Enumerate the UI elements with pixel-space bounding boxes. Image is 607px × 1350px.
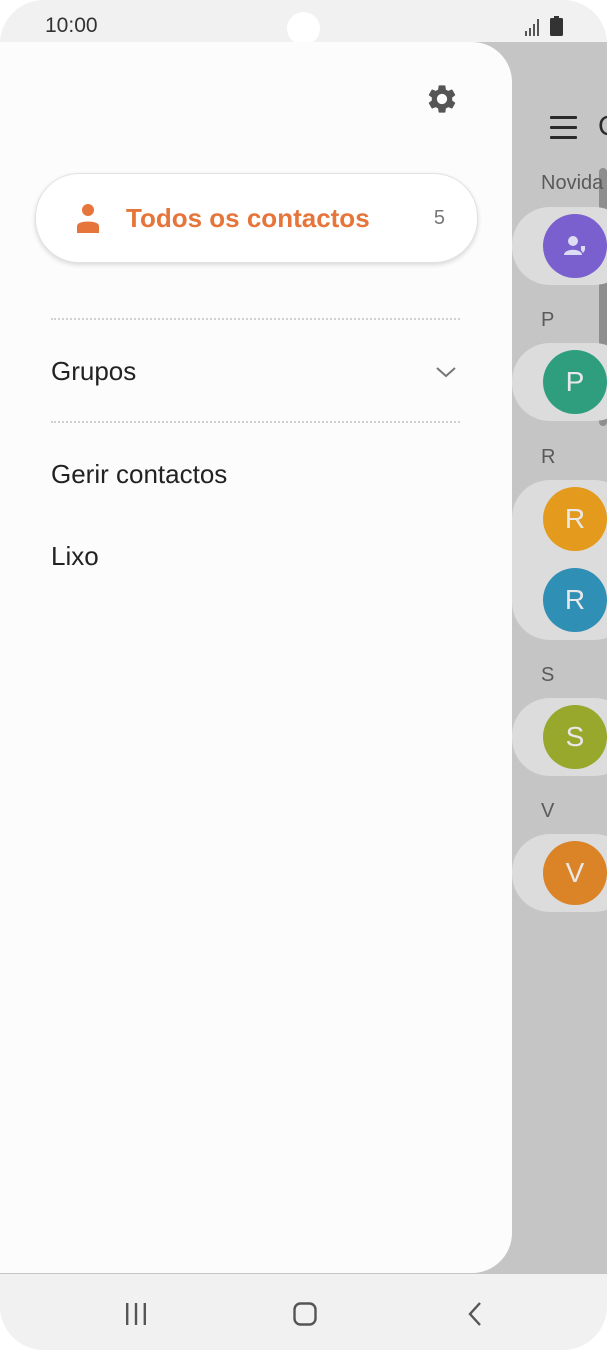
back-icon[interactable] <box>466 1301 484 1327</box>
groups-item[interactable]: Grupos <box>51 356 136 387</box>
section-header-r: R <box>541 446 556 468</box>
signal-icon <box>525 19 539 36</box>
camera-cutout <box>287 12 320 45</box>
avatar-s: S <box>543 705 607 769</box>
divider <box>51 421 460 423</box>
avatar-r-2: R <box>543 568 607 632</box>
section-header-new: Novida <box>541 172 604 194</box>
all-contacts-label: Todos os contactos <box>126 203 370 233</box>
menu-icon[interactable] <box>550 116 577 140</box>
all-contacts-count: 5 <box>433 207 445 229</box>
new-person-icon <box>564 236 585 255</box>
battery-icon <box>550 16 563 36</box>
navigation-drawer: Todos os contactos 5 Grupos Gerir contac… <box>0 42 512 1273</box>
trash-item[interactable]: Lixo <box>51 541 99 572</box>
app-title-partial: C <box>598 110 607 142</box>
divider <box>51 318 460 320</box>
home-icon[interactable] <box>293 1302 317 1326</box>
status-bar: 10:00 <box>0 0 607 45</box>
manage-contacts-item[interactable]: Gerir contactos <box>51 459 227 490</box>
section-header-v: V <box>541 800 555 822</box>
phone-screen: 10:00 C Novida P P R <box>0 0 607 1350</box>
avatar-p: P <box>543 350 607 414</box>
chevron-down-icon[interactable] <box>435 365 457 379</box>
all-contacts-item[interactable]: Todos os contactos 5 <box>35 173 478 263</box>
system-navigation-bar <box>0 1274 607 1350</box>
settings-icon[interactable] <box>425 82 459 116</box>
avatar-r-1: R <box>543 487 607 551</box>
recent-apps-icon[interactable] <box>124 1302 148 1326</box>
new-contact-avatar <box>543 214 607 278</box>
avatar-v: V <box>543 841 607 905</box>
section-header-p: P <box>541 309 555 331</box>
person-icon <box>77 204 99 233</box>
section-header-s: S <box>541 664 555 686</box>
status-time: 10:00 <box>45 14 98 37</box>
